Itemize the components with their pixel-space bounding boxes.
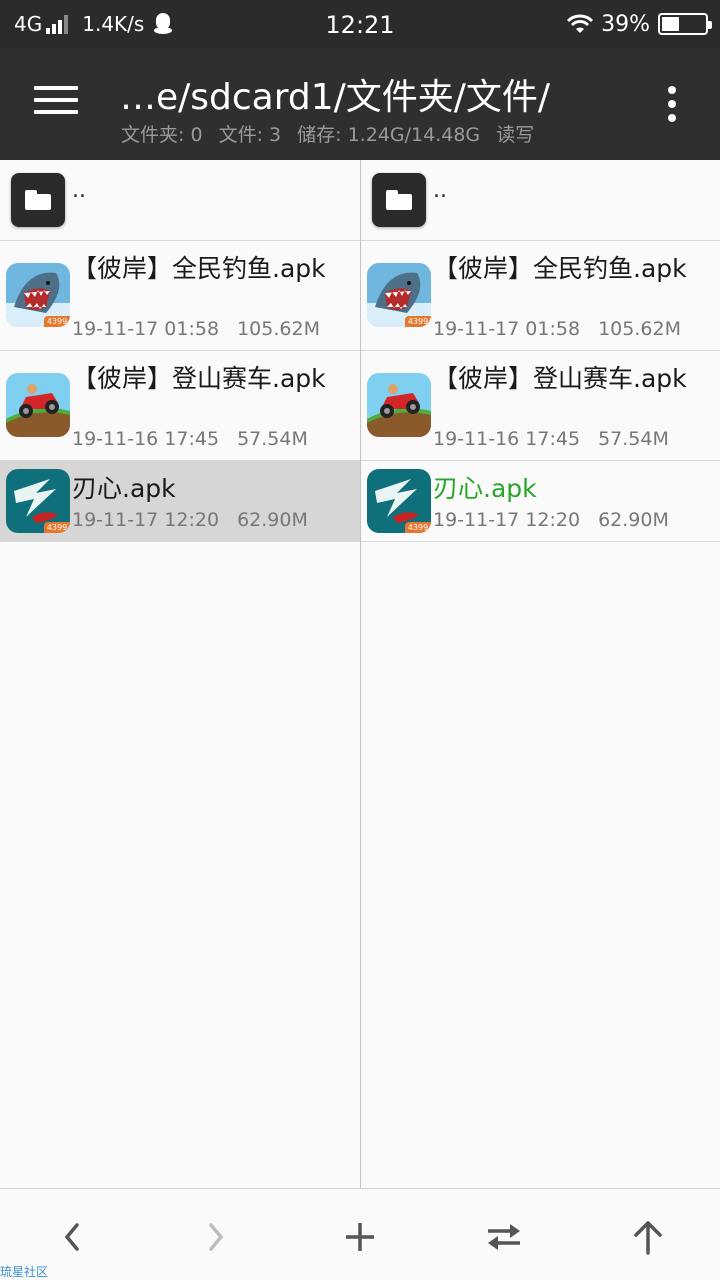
file-size: 105.62M bbox=[237, 318, 320, 340]
4399-badge: 4399 bbox=[44, 522, 70, 533]
file-name: 【彼岸】全民钓鱼.apk bbox=[433, 254, 687, 283]
file-meta: 19-11-16 17:45 57.54M bbox=[72, 428, 320, 450]
storage-usage: 储存: 1.24G/14.48G bbox=[297, 124, 481, 146]
4399-badge: 4399 bbox=[44, 316, 70, 327]
current-path[interactable]: …e/sdcard1/文件夹/文件/ bbox=[120, 68, 550, 120]
file-date: 19-11-17 12:20 bbox=[72, 509, 220, 531]
file-date: 19-11-17 12:20 bbox=[433, 509, 581, 531]
right-file-panel[interactable]: .. 4399 【彼岸】全民钓鱼.apk 19-11-17 01:58 105.… bbox=[361, 160, 720, 1188]
more-options-icon[interactable] bbox=[660, 86, 684, 126]
4399-badge: 4399 bbox=[405, 316, 431, 327]
parent-directory-row[interactable]: .. bbox=[361, 160, 720, 241]
file-meta: 19-11-17 12:20 62.90M bbox=[72, 509, 320, 531]
wifi-icon bbox=[567, 14, 594, 33]
file-row-selected[interactable]: 4399 刃心.apk 19-11-17 12:20 62.90M bbox=[0, 461, 360, 542]
file-size: 62.90M bbox=[237, 509, 308, 531]
forward-icon[interactable] bbox=[192, 1213, 240, 1261]
left-file-panel[interactable]: .. 4399 【彼岸】全民钓鱼.apk 19-11-17 01:58 105.… bbox=[0, 160, 360, 1188]
shark-game-icon: 4399 bbox=[367, 263, 431, 327]
dual-pane: .. 4399 【彼岸】全民钓鱼.apk 19-11-17 01:58 105.… bbox=[0, 160, 720, 1188]
file-date: 19-11-16 17:45 bbox=[72, 428, 220, 450]
file-row[interactable]: 【彼岸】登山赛车.apk 19-11-16 17:45 57.54M bbox=[361, 351, 720, 461]
path-info: 文件夹: 0 文件: 3 储存: 1.24G/14.48G 读写 bbox=[121, 120, 544, 147]
folder-icon bbox=[11, 173, 65, 227]
hamburger-menu-icon[interactable] bbox=[34, 86, 78, 120]
file-name: 【彼岸】登山赛车.apk bbox=[72, 364, 326, 393]
file-meta: 19-11-17 01:58 105.62M bbox=[433, 318, 693, 340]
swap-panels-icon[interactable] bbox=[480, 1213, 528, 1261]
bottom-action-bar: 琉星社区 bbox=[0, 1188, 720, 1280]
battery-icon: ⚡ bbox=[658, 13, 712, 35]
file-meta: 19-11-17 12:20 62.90M bbox=[433, 509, 681, 531]
file-row-highlighted[interactable]: 4399 刃心.apk 19-11-17 12:20 62.90M bbox=[361, 461, 720, 542]
file-row[interactable]: 【彼岸】登山赛车.apk 19-11-16 17:45 57.54M bbox=[0, 351, 360, 461]
file-name: 刃心.apk bbox=[433, 474, 537, 503]
status-right: 39% ⚡ bbox=[565, 10, 712, 38]
file-meta: 19-11-17 01:58 105.62M bbox=[72, 318, 332, 340]
file-name: 【彼岸】全民钓鱼.apk bbox=[72, 254, 326, 283]
file-size: 105.62M bbox=[598, 318, 681, 340]
file-meta: 19-11-16 17:45 57.54M bbox=[433, 428, 681, 450]
file-date: 19-11-17 01:58 bbox=[72, 318, 220, 340]
file-size: 57.54M bbox=[237, 428, 308, 450]
parent-directory-label: .. bbox=[433, 178, 447, 203]
blade-heart-icon: 4399 bbox=[367, 469, 431, 533]
folder-count: 文件夹: 0 bbox=[121, 124, 203, 146]
hill-climb-car-icon bbox=[6, 373, 70, 437]
status-bar: 4G 1.4K/s 12:21 39% ⚡ bbox=[0, 0, 720, 48]
file-date: 19-11-17 01:58 bbox=[433, 318, 581, 340]
up-directory-icon[interactable] bbox=[624, 1213, 672, 1261]
back-icon[interactable] bbox=[48, 1213, 96, 1261]
4399-badge: 4399 bbox=[405, 522, 431, 533]
shark-game-icon: 4399 bbox=[6, 263, 70, 327]
file-count: 文件: 3 bbox=[218, 124, 282, 146]
file-date: 19-11-16 17:45 bbox=[433, 428, 581, 450]
folder-icon bbox=[372, 173, 426, 227]
watermark: 琉星社区 bbox=[0, 1265, 49, 1279]
add-icon[interactable] bbox=[336, 1213, 384, 1261]
parent-directory-label: .. bbox=[72, 178, 86, 203]
file-row[interactable]: 4399 【彼岸】全民钓鱼.apk 19-11-17 01:58 105.62M bbox=[361, 241, 720, 351]
file-name: 刃心.apk bbox=[72, 474, 176, 503]
parent-directory-row[interactable]: .. bbox=[0, 160, 360, 241]
file-name: 【彼岸】登山赛车.apk bbox=[433, 364, 687, 393]
hill-climb-car-icon bbox=[367, 373, 431, 437]
app-toolbar: …e/sdcard1/文件夹/文件/ 文件夹: 0 文件: 3 储存: 1.24… bbox=[0, 48, 720, 160]
file-row[interactable]: 4399 【彼岸】全民钓鱼.apk 19-11-17 01:58 105.62M bbox=[0, 241, 360, 351]
blade-heart-icon: 4399 bbox=[6, 469, 70, 533]
file-size: 62.90M bbox=[598, 509, 669, 531]
file-size: 57.54M bbox=[598, 428, 669, 450]
battery-percent: 39% bbox=[601, 11, 650, 37]
access-mode: 读写 bbox=[496, 124, 535, 146]
